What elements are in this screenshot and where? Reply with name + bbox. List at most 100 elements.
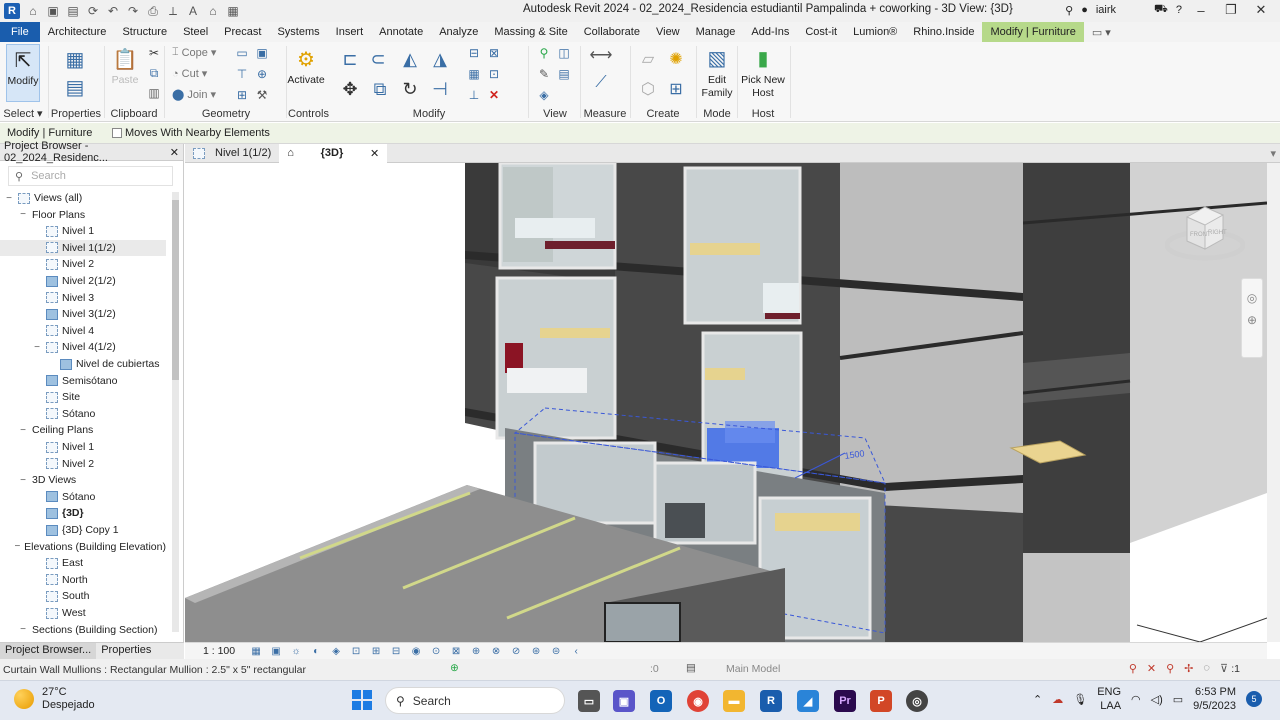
- chevron-up-icon[interactable]: ⌃: [1033, 693, 1042, 706]
- tab-systems[interactable]: Systems: [269, 22, 327, 42]
- model-selector[interactable]: Main Model: [726, 663, 780, 675]
- moves-with-nearby-checkbox[interactable]: [112, 128, 122, 138]
- browser-tree-item[interactable]: Nivel 1: [0, 439, 166, 455]
- wall-joins-icon[interactable]: ⊤: [234, 67, 250, 81]
- drag-elements-icon[interactable]: ◌: [1203, 662, 1210, 675]
- open-icon[interactable]: ▣: [44, 3, 62, 19]
- offset-icon[interactable]: ⊂: [366, 48, 390, 70]
- browser-tree-item[interactable]: {3D} Copy 1: [0, 522, 166, 538]
- task-view-icon[interactable]: ▭: [578, 690, 600, 712]
- weather-widget[interactable]: 27°C Despejado: [14, 686, 95, 712]
- zoom-icon[interactable]: ⊕: [1242, 313, 1262, 327]
- filter-icon[interactable]: ⊽: [1220, 662, 1228, 675]
- trim-icon[interactable]: ⊣: [428, 78, 452, 100]
- type-properties-button[interactable]: ▦: [60, 44, 90, 74]
- select-underlay-icon[interactable]: ✕: [1147, 662, 1156, 675]
- tab-properties[interactable]: Properties: [96, 643, 156, 659]
- browser-tree-item[interactable]: Nivel de cubiertas: [0, 356, 166, 372]
- join-button[interactable]: ⬤ Join ▾: [172, 88, 216, 102]
- browser-tree-item[interactable]: − Nivel 4(1/2): [0, 339, 166, 355]
- cut-geometry-button[interactable]: ◔ Cut ▾: [172, 67, 207, 81]
- browser-tree-item[interactable]: Sótano: [0, 406, 166, 422]
- select-pinned-icon[interactable]: ⚲: [1166, 662, 1174, 675]
- binoculars-icon[interactable]: ⚲: [1065, 4, 1073, 17]
- design-options-icon[interactable]: ▤: [686, 662, 696, 674]
- constraints-icon[interactable]: ⊛: [529, 646, 543, 657]
- mirror-draw-icon[interactable]: ◮: [428, 48, 452, 70]
- sync-icon[interactable]: ⟳: [84, 3, 102, 19]
- tab-analyze[interactable]: Analyze: [431, 22, 486, 42]
- temp-hide-icon[interactable]: ◉: [409, 646, 423, 657]
- tab-collaborate[interactable]: Collaborate: [576, 22, 648, 42]
- browser-tree-item[interactable]: North: [0, 572, 166, 588]
- browser-tree-item[interactable]: Semisótano: [0, 373, 166, 389]
- browser-tree-item[interactable]: − Views (all): [0, 190, 166, 206]
- sun-path-icon[interactable]: ☼: [289, 646, 303, 657]
- dimension-icon[interactable]: ⟋: [588, 74, 614, 91]
- close-tab-icon[interactable]: ✕: [370, 147, 379, 160]
- browser-tree-item[interactable]: − Floor Plans: [0, 207, 166, 223]
- lock-view-icon[interactable]: ⊟: [389, 646, 403, 657]
- properties-button[interactable]: ▤: [60, 72, 90, 102]
- tab-architecture[interactable]: Architecture: [40, 22, 115, 42]
- wifi-icon[interactable]: ◠: [1131, 693, 1141, 706]
- render-icon[interactable]: ◈: [329, 646, 343, 657]
- activate-button[interactable]: ⚙ Activate: [287, 44, 324, 87]
- expand-toggle-icon[interactable]: −: [18, 209, 28, 220]
- revit-taskbar-icon[interactable]: R: [760, 690, 782, 712]
- select-by-face-icon[interactable]: ✢: [1184, 662, 1193, 675]
- browser-tree-item[interactable]: South: [0, 588, 166, 604]
- browser-tree-item[interactable]: Sótano: [0, 489, 166, 505]
- shadows-icon[interactable]: ◐: [309, 646, 323, 657]
- expand-toggle-icon[interactable]: −: [32, 342, 42, 353]
- tab-add-ins[interactable]: Add-Ins: [743, 22, 797, 42]
- temp-properties-icon[interactable]: ⊕: [469, 646, 483, 657]
- viewcube[interactable]: FRONT RIGHT: [1164, 203, 1246, 263]
- obs-icon[interactable]: ◎: [906, 690, 928, 712]
- linework-icon[interactable]: ✎: [536, 67, 552, 81]
- tab-cost-it[interactable]: Cost-it: [797, 22, 845, 42]
- mirror-axis-icon[interactable]: ◭: [398, 48, 422, 70]
- navigation-bar[interactable]: ◎ ⊕: [1241, 278, 1263, 358]
- create-parts-icon[interactable]: ▱: [636, 48, 660, 70]
- undo-icon[interactable]: ↶: [104, 3, 122, 19]
- browser-tree-item[interactable]: − Sections (Building Section): [0, 622, 166, 638]
- browser-tree-item[interactable]: − Elevations (Building Elevation): [0, 539, 166, 555]
- view-scale[interactable]: 1 : 100: [203, 645, 235, 657]
- copy-icon[interactable]: ⧉: [146, 66, 162, 80]
- user-name[interactable]: iairk: [1096, 4, 1116, 16]
- crop-view-icon[interactable]: ⊡: [349, 646, 363, 657]
- revit-logo-icon[interactable]: R: [4, 3, 20, 19]
- expand-toggle-icon[interactable]: −: [18, 475, 28, 486]
- tab-manage[interactable]: Manage: [688, 22, 744, 42]
- browser-tree-item[interactable]: East: [0, 555, 166, 571]
- reveal-hidden-icon[interactable]: ⊙: [429, 646, 443, 657]
- browser-search-input[interactable]: ⚲ Search: [8, 166, 173, 186]
- browser-tree-item[interactable]: Nivel 4: [0, 323, 166, 339]
- move-icon[interactable]: ✥: [338, 78, 362, 100]
- cut-icon[interactable]: ✂: [146, 46, 162, 60]
- tabs-menu-icon[interactable]: ▾: [1270, 147, 1276, 160]
- restore-button[interactable]: ❐: [1220, 2, 1242, 18]
- override-icon[interactable]: ⚲: [536, 46, 552, 60]
- text-icon[interactable]: A: [184, 3, 202, 19]
- split-gap-icon[interactable]: ⊠: [486, 46, 502, 60]
- tab-lumion[interactable]: Lumion®: [845, 22, 905, 42]
- pin-icon[interactable]: ⊥: [466, 88, 482, 102]
- hammer-icon[interactable]: ⚒: [254, 88, 270, 102]
- ribbon-toggle-icon[interactable]: ▭ ▾: [1092, 26, 1111, 39]
- create-similar-icon[interactable]: ⊞: [664, 78, 688, 100]
- visual-style-icon[interactable]: ▣: [269, 646, 283, 657]
- battery-icon[interactable]: ▭: [1173, 693, 1183, 706]
- measure-tool-icon[interactable]: ⟷: [588, 47, 614, 64]
- delete-icon[interactable]: ✕: [486, 88, 502, 102]
- premiere-icon[interactable]: Pr: [834, 690, 856, 712]
- tab-precast[interactable]: Precast: [216, 22, 269, 42]
- select-box-icon[interactable]: ◈: [536, 88, 552, 102]
- create-assembly-icon[interactable]: ✺: [664, 48, 688, 70]
- create-group-icon[interactable]: ⬡: [636, 78, 660, 100]
- tab-insert[interactable]: Insert: [328, 22, 372, 42]
- browser-tree-item[interactable]: Nivel 1(1/2): [0, 239, 166, 256]
- detail-level-icon[interactable]: ▦: [249, 646, 263, 657]
- expand-toggle-icon[interactable]: −: [18, 425, 28, 436]
